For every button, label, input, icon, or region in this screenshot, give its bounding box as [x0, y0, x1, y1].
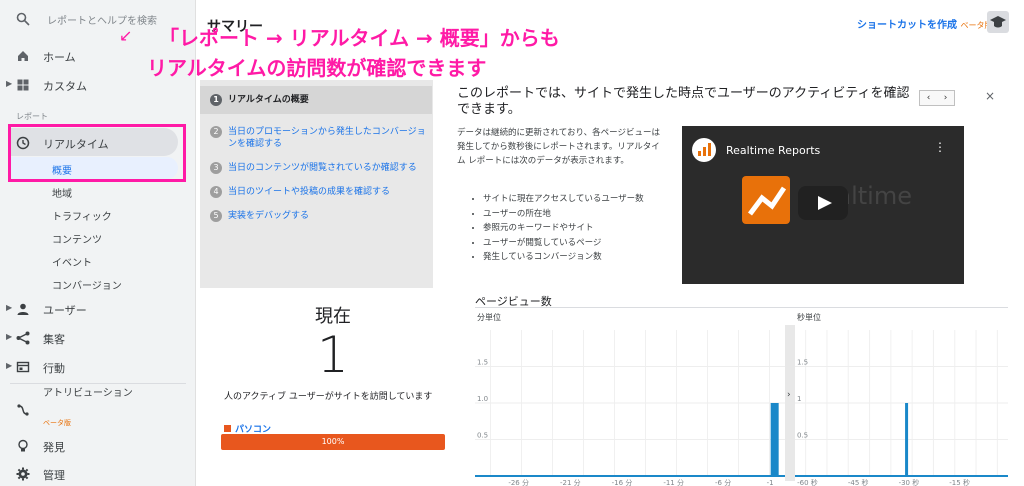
sidebar-item-acquisition[interactable]: ▶ 集客: [0, 326, 196, 350]
annotation-highlight-box: [8, 124, 186, 182]
x-tick-label: -45 秒: [848, 478, 869, 486]
home-icon: [18, 51, 28, 61]
beta-badge: ベータ版: [43, 419, 71, 427]
expand-caret-icon: ▶: [6, 303, 13, 312]
sidebar-subitem-traffic[interactable]: トラフィック: [52, 208, 112, 223]
expand-caret-icon: ▶: [6, 361, 13, 370]
sidebar-subitem-conversions[interactable]: コンバージョン: [52, 277, 122, 292]
sidebar-item-label: 管理: [43, 469, 65, 482]
expand-caret-icon: ▶: [6, 79, 13, 88]
sidebar-item-admin[interactable]: 管理: [0, 462, 196, 486]
behavior-icon: [16, 361, 30, 373]
sidebar-item-label: 集客: [43, 333, 65, 346]
sidebar-subitem-location[interactable]: 地域: [52, 185, 72, 200]
search-placeholder: レポートとヘルプを検索: [47, 16, 157, 27]
annotation-arrow-icon: ↙: [119, 26, 133, 45]
x-tick-label: -21 分: [560, 478, 581, 486]
x-tick-label: -1: [767, 479, 774, 486]
x-tick-label: -15 秒: [949, 478, 970, 486]
sidebar-item-label: 行動: [43, 362, 65, 375]
x-tick-label: -60 秒: [797, 478, 818, 486]
y-tick-label: 1.5: [477, 359, 488, 367]
y-tick-label: 1.0: [477, 395, 488, 403]
sidebar-divider: [10, 383, 186, 384]
y-tick-label: 1: [797, 395, 801, 403]
chart-splitter-arrow-icon: ›: [787, 390, 791, 400]
x-tick-label: -30 秒: [899, 478, 920, 486]
chart-splitter[interactable]: [785, 325, 795, 481]
attribution-icon: [17, 404, 29, 416]
pageviews-charts: 1.51.00.5-26 分 -21 分 -16 分 -11 分 -6 分 -1 1.51…: [475, 325, 1008, 486]
pageview-bar: [770, 403, 779, 476]
y-tick-label: 0.5: [797, 432, 808, 440]
sidebar-item-label: ユーザー: [43, 304, 87, 317]
y-tick-label: 0.5: [477, 432, 488, 440]
sidebar-subitem-events[interactable]: イベント: [52, 254, 92, 269]
minute-chart: 1.5 1.0 0.5 -26 分 -21 分 -16 分 -11 分 -6 分 -1: [475, 330, 785, 486]
main-content: サマリー ショートカットを作成 ベータ版 1 リアルタイムの概要 2 当日のプロ…: [119, 0, 1024, 486]
acquisition-icon: [16, 331, 30, 345]
sidebar-item-attribution-label: アトリビューション: [43, 388, 133, 399]
sidebar-item-users[interactable]: ▶ ユーザー: [0, 297, 196, 321]
x-tick-label: -6 分: [715, 478, 731, 486]
x-tick-label: -26 分: [508, 478, 529, 486]
lightbulb-icon: [18, 439, 28, 452]
person-icon: [17, 303, 29, 315]
sidebar-item-discover[interactable]: 発見: [0, 434, 196, 458]
sidebar-item-attribution[interactable]: [0, 398, 196, 422]
x-tick-label: -16 分: [612, 478, 633, 486]
expand-caret-icon: ▶: [6, 332, 13, 341]
second-chart: 1.5 1 0.5 -60 秒 -45 秒 -30 秒 -15 秒: [795, 330, 1008, 486]
sidebar-item-label: ホーム: [43, 51, 76, 64]
y-tick-label: 1.5: [797, 359, 808, 367]
dashboard-icon: [17, 79, 29, 91]
pageview-bar: [905, 403, 909, 476]
sidebar-item-label: カスタム: [43, 80, 87, 93]
sidebar-subitem-content[interactable]: コンテンツ: [52, 231, 102, 246]
gear-icon: [16, 467, 30, 481]
section-label-reports: レポート: [16, 112, 48, 121]
x-tick-label: -11 分: [663, 478, 684, 486]
sidebar-item-label: 発見: [43, 441, 65, 454]
search-icon: [16, 12, 30, 26]
sidebar-item-behavior[interactable]: ▶ 行動: [0, 355, 196, 379]
